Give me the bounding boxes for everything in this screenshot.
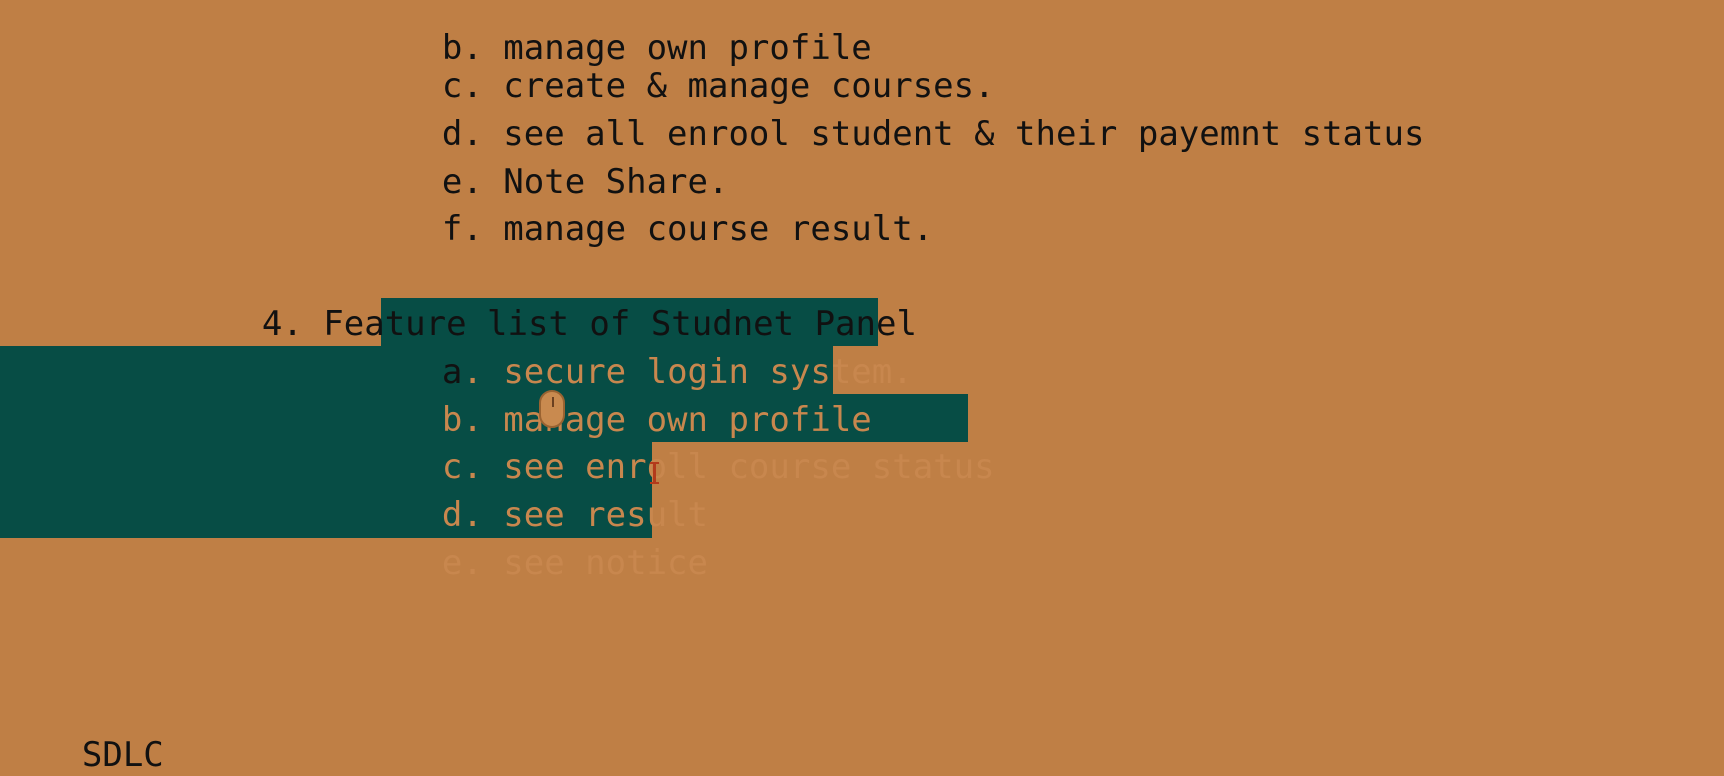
- text-line[interactable]: SDLC: [0, 683, 164, 775]
- text-line[interactable]: e. Note Share.: [0, 110, 729, 202]
- text-line[interactable]: d. see all enrool student & their payemn…: [0, 62, 1425, 154]
- text-line[interactable]: c. create & manage courses.: [0, 14, 995, 106]
- selected-text: e. see notice: [441, 543, 708, 583]
- text-line[interactable]: f. manage course result.: [0, 157, 933, 249]
- text-line[interactable]: d. see result: [0, 443, 708, 535]
- text-line[interactable]: b. manage own profile: [0, 348, 872, 440]
- text-line[interactable]: a. secure login system.: [0, 300, 913, 392]
- line-text: SDLC: [81, 735, 164, 775]
- section-heading[interactable]: 4. Feature list of Studnet Panel: [0, 252, 917, 344]
- text-line[interactable]: e. see notice: [0, 491, 708, 583]
- text-line[interactable]: c. see enroll course status: [0, 395, 995, 487]
- line-text: f. manage course result.: [441, 209, 934, 249]
- mouse-icon: [539, 390, 565, 428]
- text-editor-area[interactable]: b. manage own profile c. create & manage…: [0, 0, 1724, 776]
- i-beam-cursor-icon: [650, 462, 659, 484]
